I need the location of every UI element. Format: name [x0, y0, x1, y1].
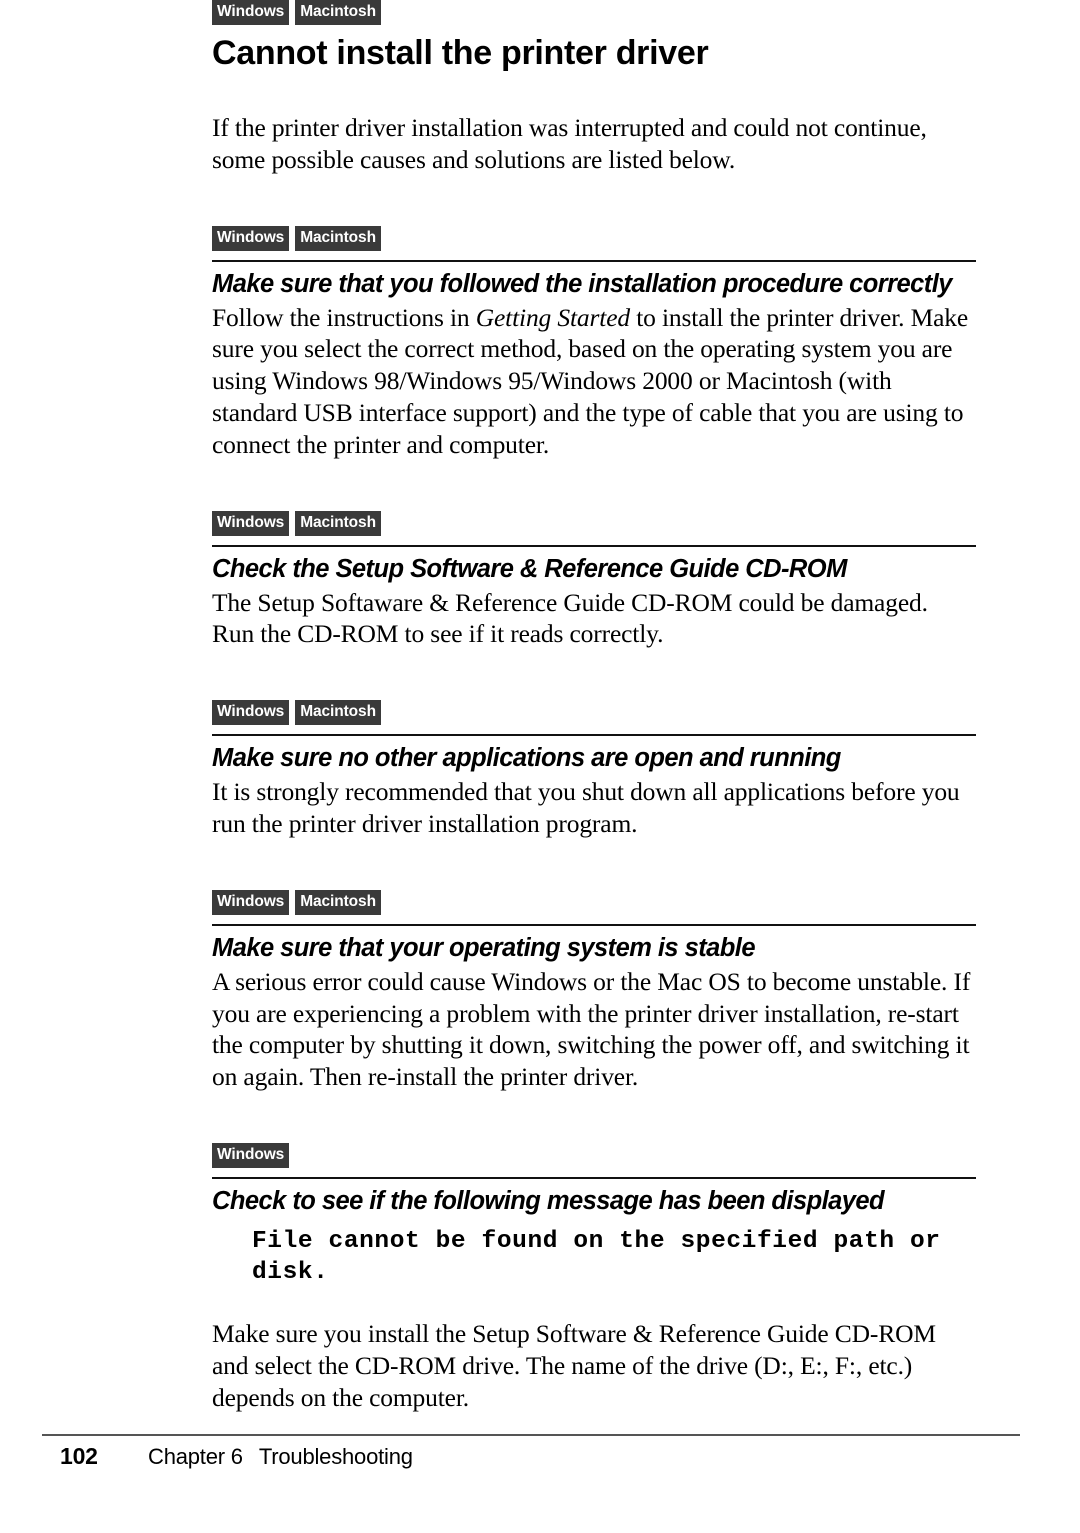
section-no-other-applications: Windows Macintosh Make sure no other app…: [212, 700, 976, 840]
badge-macintosh: Macintosh: [295, 0, 381, 25]
section-divider: [212, 259, 976, 262]
section-operating-system-stable: Windows Macintosh Make sure that your op…: [212, 889, 976, 1093]
page-title: Cannot install the printer driver: [212, 34, 709, 72]
badge-windows: Windows: [212, 889, 290, 915]
section-heading: Check to see if the following message ha…: [212, 1187, 885, 1216]
badge-windows: Windows: [212, 0, 290, 25]
section-body: Make sure you install the Setup Software…: [212, 1319, 936, 1412]
section-divider: [212, 1177, 976, 1180]
section-badge-row: Windows Macintosh: [212, 225, 976, 251]
intro-paragraph: If the printer driver installation was i…: [212, 113, 927, 174]
section-check-cdrom: Windows Macintosh Check the Setup Softwa…: [212, 510, 976, 651]
section-badge-row: Windows: [212, 1143, 976, 1169]
section-divider: [212, 923, 976, 926]
section-heading: Make sure that you followed the installa…: [212, 269, 952, 298]
badge-windows: Windows: [212, 510, 290, 536]
section-body: The Setup Softaware & Reference Guide CD…: [212, 587, 928, 649]
section-body: It is strongly recommended that you shut…: [212, 777, 960, 839]
section-body: A serious error could cause Windows or t…: [212, 966, 971, 1092]
section-error-message: Windows Check to see if the following me…: [212, 1143, 976, 1413]
document-page: Windows Macintosh Cannot install the pri…: [0, 0, 1080, 1533]
section-heading: Make sure no other applications are open…: [212, 744, 841, 773]
section-badge-row: Windows Macintosh: [212, 510, 976, 536]
content-column: Windows Macintosh Cannot install the pri…: [212, 0, 976, 1413]
badge-macintosh: Macintosh: [295, 700, 381, 726]
title-badge-row: Windows Macintosh: [212, 0, 976, 25]
badge-windows: Windows: [212, 225, 290, 251]
body-span: Follow the instructions in: [212, 302, 476, 332]
page-footer: 102 Chapter 6 Troubleshooting: [60, 1443, 1020, 1470]
badge-macintosh: Macintosh: [295, 225, 381, 251]
section-badge-row: Windows Macintosh: [212, 700, 976, 726]
badge-macintosh: Macintosh: [295, 889, 381, 915]
footer-page-number: 102: [60, 1443, 98, 1469]
section-divider: [212, 734, 976, 737]
section-installation-procedure: Windows Macintosh Make sure that you fol…: [212, 225, 976, 461]
error-message-text: File cannot be found on the specified pa…: [252, 1228, 956, 1287]
section-body: Follow the instructions in Getting Start…: [212, 302, 976, 461]
badge-macintosh: Macintosh: [295, 510, 381, 536]
footer-chapter: Chapter 6: [148, 1444, 243, 1469]
body-span-italic: Getting Started: [475, 302, 630, 332]
section-divider: [212, 544, 976, 547]
badge-windows: Windows: [212, 1143, 290, 1169]
footer-chapter-title: Troubleshooting: [258, 1444, 413, 1469]
section-heading: Check the Setup Software & Reference Gui…: [212, 554, 847, 583]
section-badge-row: Windows Macintosh: [212, 889, 976, 915]
badge-windows: Windows: [212, 700, 290, 726]
footer-divider: [42, 1434, 1020, 1436]
section-heading: Make sure that your operating system is …: [212, 933, 756, 962]
